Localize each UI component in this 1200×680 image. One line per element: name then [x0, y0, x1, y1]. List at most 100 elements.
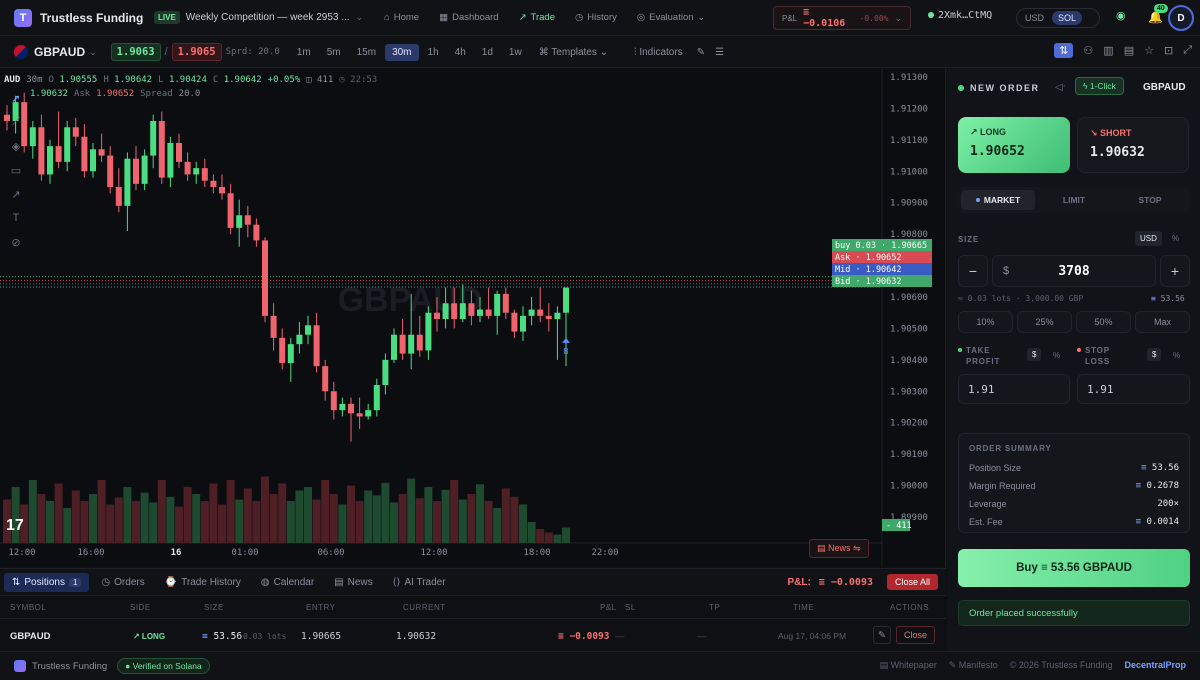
news-button[interactable]: ▤ News ⇋ [809, 539, 869, 558]
tf-1h[interactable]: 1h [421, 44, 446, 61]
tf-4h[interactable]: 4h [448, 44, 473, 61]
camera-icon[interactable]: ⊡ [1164, 44, 1173, 57]
layers-icon[interactable]: ⚇ [1083, 44, 1093, 57]
volume-bar [149, 502, 158, 543]
tab-ai-trader[interactable]: ⟨⟩ AI Trader [385, 573, 454, 592]
star-icon[interactable]: ☆ [1144, 44, 1154, 57]
close-position-button[interactable]: Close [896, 626, 936, 644]
manifesto-link[interactable]: ✎ Manifesto [949, 660, 998, 671]
tf-1d[interactable]: 1d [475, 44, 500, 61]
tf-1m[interactable]: 1m [290, 44, 318, 61]
connection-icon: ◉ [1116, 10, 1126, 22]
size-preset-50[interactable]: 50% [1076, 311, 1131, 333]
summary-key: Est. Fee [969, 517, 1003, 527]
volume-bar [278, 483, 287, 543]
order-type-stop[interactable]: STOP [1113, 195, 1187, 205]
tab-calendar[interactable]: ◍ Calendar [253, 573, 322, 592]
order-type-market[interactable]: MARKET [961, 190, 1035, 210]
edit-position-button[interactable]: ✎ [873, 626, 891, 644]
table-row[interactable]: GBPAUD ↗ LONG ≡ 53.56 0.03 lots 1.90665 … [0, 625, 946, 647]
one-click-toggle[interactable]: ϟ 1-Click [1075, 77, 1124, 95]
sl-unit-pct[interactable]: % [1173, 351, 1180, 360]
size-preset-25[interactable]: 25% [1017, 311, 1072, 333]
size-unit-pct[interactable]: % [1172, 234, 1179, 243]
candle [141, 155, 148, 184]
tp-unit-pct[interactable]: % [1053, 351, 1060, 360]
tf-30m[interactable]: 30m [385, 43, 419, 61]
pencil-icon[interactable]: ✎ [697, 47, 705, 58]
brand[interactable]: T Trustless Funding [0, 8, 150, 27]
candle [365, 410, 372, 417]
price-tag-label: buy 0.03 · 1.90665 [835, 241, 927, 251]
price-chart[interactable]: GBPAUD 1.91300 1.91200 1.91100 1.91000 1.9090… [0, 69, 946, 567]
currency-sol[interactable]: SOL [1052, 11, 1083, 25]
currency-usd[interactable]: USD [1019, 11, 1050, 25]
size-decrement-button[interactable]: − [958, 255, 988, 287]
bar-chart-icon[interactable]: ▥ [1103, 44, 1113, 57]
nav-trade[interactable]: ↗ Trade [512, 0, 562, 36]
time-tick: 12:00 [420, 548, 447, 558]
symbol-selector[interactable]: GBPAUD [34, 45, 85, 59]
stop-loss-input[interactable]: 1.91 [1077, 374, 1190, 404]
document-icon[interactable]: ▤ [1124, 44, 1134, 57]
templates-button[interactable]: ⌘ Templates ⌄ [539, 47, 608, 58]
sound-icon[interactable]: ◁ᐧ [1055, 82, 1065, 93]
size-unit-usd[interactable]: USD [1135, 231, 1162, 246]
tab-trade-history[interactable]: ⌚ Trade History [157, 573, 249, 592]
avatar[interactable]: D [1168, 5, 1194, 31]
settings-sliders-icon[interactable]: ☰ [715, 47, 724, 58]
take-profit-input[interactable]: 1.91 [958, 374, 1070, 404]
partner-link[interactable]: DecentralProp [1124, 660, 1186, 671]
swap-icon[interactable]: ⇅ [1054, 43, 1074, 58]
tab-positions[interactable]: ⇅ Positions 1 [4, 572, 90, 592]
whitepaper-link[interactable]: ▤ Whitepaper [880, 660, 937, 671]
candle [520, 315, 526, 332]
volume-bar [243, 488, 252, 543]
buy-button[interactable]: Buy ≡ 53.56 GBPAUD [958, 549, 1190, 587]
close-all-button[interactable]: Close All [886, 574, 938, 590]
long-button[interactable]: ↗ LONG 1.90652 [958, 117, 1070, 173]
sl-unit-dollar[interactable]: $ [1147, 348, 1162, 361]
tf-15m[interactable]: 15m [350, 44, 383, 61]
size-increment-button[interactable]: + [1160, 255, 1190, 287]
rectangle-icon[interactable]: ▭ [6, 161, 26, 179]
volume-bar [261, 476, 269, 543]
tp-unit-dollar[interactable]: $ [1027, 348, 1042, 361]
header-pnl[interactable]: P&L ≡ −0.0106 -0.00% ⌄ [773, 6, 911, 30]
arrow-icon[interactable]: ↗ [6, 185, 26, 203]
candle [545, 315, 552, 319]
tf-1w[interactable]: 1w [502, 44, 529, 61]
size-preset-10[interactable]: 10% [958, 311, 1013, 333]
candle [64, 127, 71, 162]
wallet-address[interactable]: 2Xmk…CtMQ [928, 10, 992, 21]
currency-toggle[interactable]: USD SOL [1016, 8, 1100, 28]
candle [434, 312, 440, 319]
volume-bar [63, 508, 72, 543]
size-preset-max[interactable]: Max [1135, 311, 1190, 333]
nav-history[interactable]: ◷ History [568, 0, 624, 36]
nav-evaluation[interactable]: ◎ Evaluation ⌄ [630, 0, 712, 36]
short-button[interactable]: ↘ SHORT 1.90632 [1077, 117, 1189, 173]
competition-selector[interactable]: LIVE Weekly Competition — week 2953 ... … [154, 11, 369, 24]
candle [81, 136, 88, 172]
expand-icon[interactable]: ⤢ [1183, 44, 1192, 57]
candle [356, 413, 363, 417]
volume-bar [123, 487, 132, 543]
tab-news[interactable]: ▤ News [326, 573, 380, 592]
chevron-down-icon: ⌄ [894, 12, 902, 23]
candle [133, 158, 139, 184]
size-input[interactable]: $ 3708 [992, 255, 1156, 287]
chart-canvas[interactable]: GBPAUD1.913001.912001.911001.910001.9090… [0, 69, 946, 567]
nav-home[interactable]: ⌂ Home [377, 0, 426, 36]
nav-dashboard[interactable]: ▦ Dashboard [432, 0, 505, 36]
indicators-button[interactable]: ⫶ Indicators [634, 47, 683, 58]
trend-line-icon[interactable]: ⟋ [6, 113, 26, 131]
tab-orders[interactable]: ◷ Orders [93, 573, 152, 592]
panel-symbol: GBPAUD [1143, 82, 1186, 93]
text-icon[interactable]: T [6, 209, 26, 227]
positions-icon: ⇅ [12, 576, 21, 588]
tf-5m[interactable]: 5m [320, 44, 348, 61]
layers-icon[interactable]: ◈ [6, 137, 26, 155]
order-type-limit[interactable]: LIMIT [1035, 195, 1113, 205]
hide-icon[interactable]: ⊘ [6, 233, 26, 251]
